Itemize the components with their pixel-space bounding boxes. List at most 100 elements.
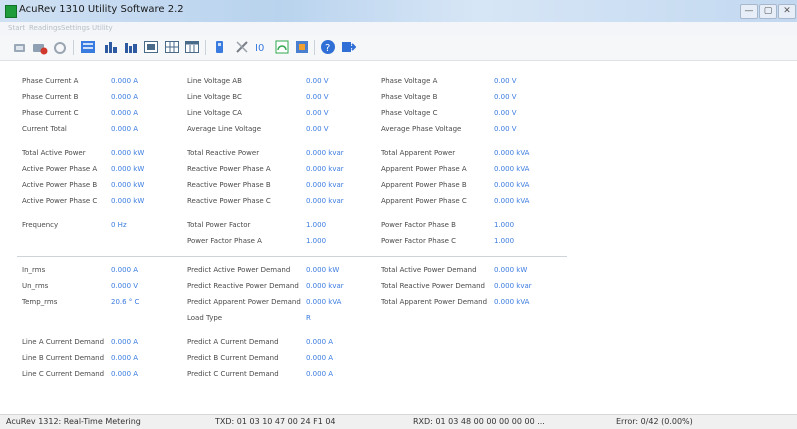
app-logo-icon bbox=[5, 5, 17, 18]
menu-settings[interactable]: Settings bbox=[61, 24, 90, 32]
label-current-total: Current Total bbox=[22, 125, 67, 133]
connect-icon[interactable] bbox=[12, 41, 28, 57]
svg-text:?: ? bbox=[325, 43, 330, 54]
status-mode: AcuRev 1312: Real-Time Metering bbox=[6, 417, 141, 426]
label-predict-reactive-demand: Predict Reactive Power Demand bbox=[187, 282, 299, 290]
value-phase-voltage-c: 0.00 V bbox=[494, 109, 517, 117]
report-icon[interactable] bbox=[294, 39, 310, 55]
calendar-icon[interactable] bbox=[184, 39, 200, 55]
maximize-button[interactable]: ▢ bbox=[759, 4, 777, 19]
title-bar: AcuRev 1310 Utility Software 2.2 — ▢ ✕ bbox=[0, 0, 797, 23]
help-icon[interactable]: ? bbox=[320, 39, 336, 55]
value-predict-active-demand: 0.000 kW bbox=[306, 266, 340, 274]
toolbar-separator bbox=[73, 40, 74, 55]
toolbar-separator bbox=[205, 40, 206, 55]
label-reactive-power-a: Reactive Power Phase A bbox=[187, 165, 271, 173]
io-icon[interactable]: I0 bbox=[254, 39, 270, 55]
exit-icon[interactable] bbox=[340, 39, 357, 55]
label-predict-c-current-demand: Predict C Current Demand bbox=[187, 370, 279, 378]
menu-readings[interactable]: Readings bbox=[29, 24, 61, 32]
label-apparent-power-a: Apparent Power Phase A bbox=[381, 165, 467, 173]
label-line-c-current-demand: Line C Current Demand bbox=[22, 370, 105, 378]
label-power-factor-b: Power Factor Phase B bbox=[381, 221, 456, 229]
menu-start[interactable]: Start bbox=[8, 24, 25, 32]
label-reactive-power-c: Reactive Power Phase C bbox=[187, 197, 271, 205]
close-button[interactable]: ✕ bbox=[778, 4, 796, 19]
device-icon[interactable] bbox=[212, 39, 228, 55]
label-line-voltage-ca: Line Voltage CA bbox=[187, 109, 242, 117]
section-divider bbox=[17, 256, 567, 257]
value-total-apparent-demand: 0.000 kVA bbox=[494, 298, 530, 306]
menu-bar: Start Readings Settings Utility bbox=[0, 22, 797, 36]
value-power-factor-b: 1.000 bbox=[494, 221, 515, 229]
value-apparent-power-b: 0.000 kVA bbox=[494, 181, 530, 189]
refresh-icon[interactable] bbox=[52, 41, 68, 57]
value-predict-b-current-demand: 0.000 A bbox=[306, 354, 334, 362]
grid-icon[interactable] bbox=[164, 39, 180, 55]
label-reactive-power-b: Reactive Power Phase B bbox=[187, 181, 271, 189]
value-predict-apparent-demand: 0.000 kVA bbox=[306, 298, 342, 306]
value-total-active-power: 0.000 kW bbox=[111, 149, 145, 157]
label-un-rms: Un_rms bbox=[22, 282, 49, 290]
value-reactive-power-a: 0.000 kvar bbox=[306, 165, 344, 173]
minimize-button[interactable]: — bbox=[740, 4, 758, 19]
value-total-active-demand: 0.000 kW bbox=[494, 266, 528, 274]
value-line-voltage-ca: 0.00 V bbox=[306, 109, 329, 117]
value-predict-a-current-demand: 0.000 A bbox=[306, 338, 334, 346]
label-total-apparent-power: Total Apparent Power bbox=[381, 149, 456, 157]
label-line-b-current-demand: Line B Current Demand bbox=[22, 354, 105, 362]
value-apparent-power-c: 0.000 kVA bbox=[494, 197, 530, 205]
label-line-voltage-ab: Line Voltage AB bbox=[187, 77, 242, 85]
bar-chart-alt-icon[interactable] bbox=[123, 39, 139, 55]
value-total-power-factor: 1.000 bbox=[306, 221, 327, 229]
value-reactive-power-b: 0.000 kvar bbox=[306, 181, 344, 189]
gauge-icon[interactable] bbox=[274, 39, 290, 55]
value-line-voltage-ab: 0.00 V bbox=[306, 77, 329, 85]
label-predict-active-demand: Predict Active Power Demand bbox=[187, 266, 291, 274]
value-total-apparent-power: 0.000 kVA bbox=[494, 149, 530, 157]
status-error: Error: 0/42 (0.00%) bbox=[616, 417, 693, 426]
value-line-c-current-demand: 0.000 A bbox=[111, 370, 139, 378]
value-power-factor-c: 1.000 bbox=[494, 237, 515, 245]
value-phase-voltage-b: 0.00 V bbox=[494, 93, 517, 101]
label-total-reactive-power: Total Reactive Power bbox=[187, 149, 260, 157]
toolbar-separator bbox=[314, 40, 315, 55]
monitor-icon[interactable] bbox=[80, 39, 96, 55]
status-txd: TXD: 01 03 10 47 00 24 F1 04 bbox=[215, 417, 336, 426]
status-rxd: RXD: 01 03 48 00 00 00 00 00 ... bbox=[413, 417, 545, 426]
tools-icon[interactable] bbox=[234, 39, 250, 55]
value-in-rms: 0.000 A bbox=[111, 266, 139, 274]
value-active-power-a: 0.000 kW bbox=[111, 165, 145, 173]
value-active-power-b: 0.000 kW bbox=[111, 181, 145, 189]
status-bar: AcuRev 1312: Real-Time Metering TXD: 01 … bbox=[0, 414, 797, 429]
label-total-reactive-demand: Total Reactive Power Demand bbox=[381, 282, 486, 290]
value-total-reactive-power: 0.000 kvar bbox=[306, 149, 344, 157]
screen-icon[interactable] bbox=[143, 39, 159, 55]
svg-text:I0: I0 bbox=[255, 43, 264, 54]
label-total-apparent-demand: Total Apparent Power Demand bbox=[381, 298, 488, 306]
toolbar: I0 ? bbox=[0, 36, 797, 61]
label-average-phase-voltage: Average Phase Voltage bbox=[381, 125, 462, 133]
label-phase-current-a: Phase Current A bbox=[22, 77, 79, 85]
label-line-voltage-bc: Line Voltage BC bbox=[187, 93, 242, 101]
value-apparent-power-a: 0.000 kVA bbox=[494, 165, 530, 173]
value-phase-current-a: 0.000 A bbox=[111, 77, 139, 85]
value-current-total: 0.000 A bbox=[111, 125, 139, 133]
disconnect-icon[interactable] bbox=[32, 41, 48, 57]
value-line-b-current-demand: 0.000 A bbox=[111, 354, 139, 362]
value-load-type: R bbox=[306, 314, 311, 322]
label-apparent-power-c: Apparent Power Phase C bbox=[381, 197, 467, 205]
menu-utility[interactable]: Utility bbox=[92, 24, 113, 32]
value-active-power-c: 0.000 kW bbox=[111, 197, 145, 205]
value-line-voltage-bc: 0.00 V bbox=[306, 93, 329, 101]
label-total-power-factor: Total Power Factor bbox=[187, 221, 251, 229]
label-total-active-power: Total Active Power bbox=[22, 149, 86, 157]
value-phase-voltage-a: 0.00 V bbox=[494, 77, 517, 85]
value-reactive-power-c: 0.000 kvar bbox=[306, 197, 344, 205]
readings-panel: Phase Current A 0.000 A Line Voltage AB … bbox=[0, 61, 797, 404]
label-apparent-power-b: Apparent Power Phase B bbox=[381, 181, 467, 189]
value-average-phase-voltage: 0.00 V bbox=[494, 125, 517, 133]
value-power-factor-a: 1.000 bbox=[306, 237, 327, 245]
value-predict-reactive-demand: 0.000 kvar bbox=[306, 282, 344, 290]
bar-chart-icon[interactable] bbox=[103, 39, 119, 55]
